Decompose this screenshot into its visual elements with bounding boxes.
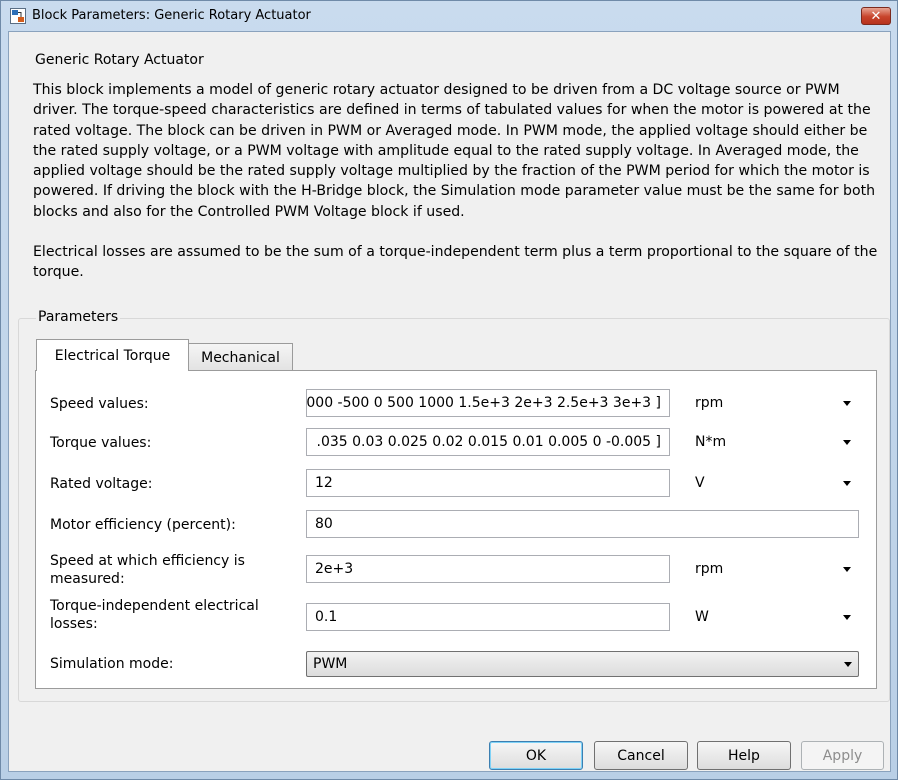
description-paragraph-1: This block implements a model of generic… [33, 82, 876, 220]
description-group-title: Generic Rotary Actuator [35, 52, 204, 68]
speed-unit-value: rpm [695, 395, 724, 411]
losses-label: Torque-independent electrical losses: [50, 597, 259, 633]
chevron-down-icon [843, 481, 851, 486]
close-icon: ✕ [870, 8, 882, 24]
losses-field[interactable]: 0.1 [306, 603, 670, 631]
simulink-block-icon [10, 8, 26, 24]
cancel-button[interactable]: Cancel [594, 741, 688, 770]
motor-efficiency-label: Motor efficiency (percent): [50, 517, 236, 533]
block-description: This block implements a model of generic… [33, 80, 881, 283]
speed-values-label: Speed values: [50, 396, 149, 412]
rated-voltage-field[interactable]: 12 [306, 469, 670, 497]
help-button[interactable]: Help [697, 741, 791, 770]
parameters-group-title: Parameters [36, 309, 121, 325]
speed-efficiency-text: 2e+3 [315, 561, 354, 577]
simulation-mode-dropdown[interactable]: PWM [306, 651, 859, 677]
motor-efficiency-text: 80 [315, 516, 333, 532]
chevron-down-icon [844, 662, 852, 667]
chevron-down-icon [843, 440, 851, 445]
close-button[interactable]: ✕ [861, 7, 891, 25]
speed-efficiency-unit-value: rpm [695, 561, 724, 577]
window-title: Block Parameters: Generic Rotary Actuato… [32, 8, 311, 23]
torque-values-field[interactable]: .035 0.03 0.025 0.02 0.015 0.01 0.005 0 … [306, 428, 670, 456]
losses-label-line2: losses: [50, 616, 98, 632]
torque-unit-dropdown[interactable]: N*m [688, 428, 858, 456]
torque-unit-value: N*m [695, 434, 727, 450]
losses-text: 0.1 [315, 609, 338, 625]
speed-efficiency-label-line2: measured: [50, 571, 125, 587]
ok-button[interactable]: OK [489, 741, 583, 770]
apply-button[interactable]: Apply [801, 741, 884, 770]
voltage-unit-dropdown[interactable]: V [688, 469, 858, 497]
simulation-mode-label: Simulation mode: [50, 656, 174, 672]
speed-unit-dropdown[interactable]: rpm [688, 389, 858, 417]
speed-efficiency-label-line1: Speed at which efficiency is [50, 553, 245, 569]
rated-voltage-label: Rated voltage: [50, 476, 153, 492]
speed-values-text: 000 -500 0 500 1000 1.5e+3 2e+3 2.5e+3 3… [306, 395, 661, 411]
speed-values-field[interactable]: 000 -500 0 500 1000 1.5e+3 2e+3 2.5e+3 3… [306, 389, 670, 417]
motor-efficiency-field[interactable]: 80 [306, 510, 859, 538]
title-bar[interactable]: Block Parameters: Generic Rotary Actuato… [1, 1, 897, 31]
chevron-down-icon [843, 401, 851, 406]
chevron-down-icon [843, 615, 851, 620]
losses-unit-value: W [695, 609, 709, 625]
voltage-unit-value: V [695, 475, 705, 491]
torque-values-text: .035 0.03 0.025 0.02 0.015 0.01 0.005 0 … [316, 434, 661, 450]
losses-unit-dropdown[interactable]: W [688, 603, 858, 631]
speed-efficiency-label: Speed at which efficiency is measured: [50, 552, 245, 588]
speed-efficiency-unit-dropdown[interactable]: rpm [688, 555, 858, 583]
description-paragraph-2: Electrical losses are assumed to be the … [33, 244, 878, 281]
tab-mechanical[interactable]: Mechanical [188, 343, 293, 371]
chevron-down-icon [843, 567, 851, 572]
speed-efficiency-field[interactable]: 2e+3 [306, 555, 670, 583]
torque-values-label: Torque values: [50, 435, 152, 451]
rated-voltage-text: 12 [315, 475, 333, 491]
losses-label-line1: Torque-independent electrical [50, 598, 259, 614]
tab-electrical-torque[interactable]: Electrical Torque [36, 339, 189, 371]
simulation-mode-value: PWM [313, 656, 348, 672]
